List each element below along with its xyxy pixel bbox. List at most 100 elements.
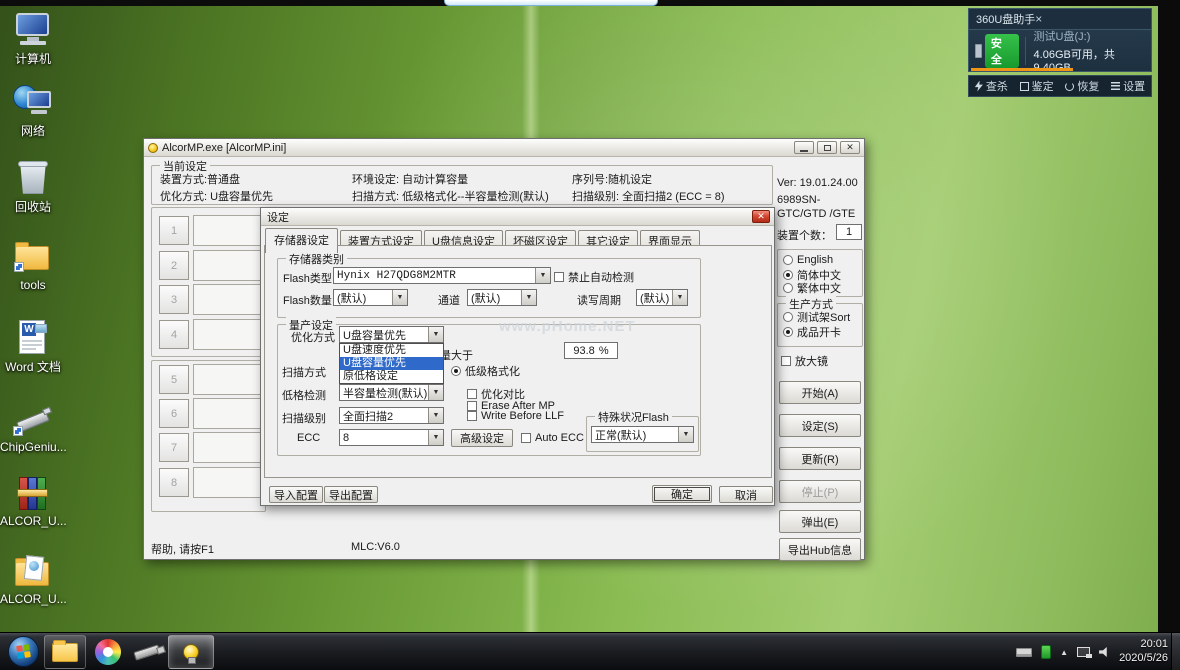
restore-arrow-icon <box>1065 82 1074 91</box>
device-count-label: 装置个数： <box>777 227 832 243</box>
input-method-icon[interactable] <box>1016 648 1032 657</box>
dropdown-option-capacity[interactable]: U盘容量优先 <box>340 357 443 370</box>
hidden-window-top-sliver[interactable] <box>444 0 658 6</box>
desktop-icon-alcor-folder[interactable]: ALCOR_U... <box>0 554 66 606</box>
llf-radio[interactable]: 低级格式化 <box>451 363 520 379</box>
channel-select[interactable]: (默认)▼ <box>467 289 537 306</box>
main-titlebar[interactable]: AlcorMP.exe [AlcorMP.ini] ✕ <box>144 139 864 157</box>
stop-button: 停止(P) <box>779 480 861 503</box>
desktop-icon-recycle-bin[interactable]: 回收站 <box>0 160 66 215</box>
sort-mode-radio[interactable]: 测试架Sort <box>783 309 850 325</box>
port-button-3[interactable]: 3 <box>159 285 189 314</box>
port-button-4[interactable]: 4 <box>159 320 189 349</box>
current-settings-group: 当前设定 装置方式:普通盘 优化方式: U盘容量优先 环境设定: 自动计算容量 … <box>151 165 773 205</box>
checkbox-icon <box>781 356 791 366</box>
group-title: 特殊状况Flash <box>595 409 672 425</box>
import-config-button[interactable]: 导入配置 <box>269 486 323 503</box>
disable-autodetect-checkbox[interactable]: 禁止自动检测 <box>554 269 634 285</box>
llf-check-select[interactable]: 半容量检测(默认)▼ <box>339 384 444 401</box>
finished-mode-radio[interactable]: 成品开卡 <box>783 324 841 340</box>
toolbar-restore[interactable]: 恢复 <box>1065 78 1099 94</box>
toolbar-settings[interactable]: 设置 <box>1111 78 1145 94</box>
colorwheel-icon <box>95 639 121 665</box>
dialog-close-icon[interactable]: ✕ <box>752 210 770 223</box>
maximize-button[interactable] <box>817 141 837 154</box>
device-count-field[interactable]: 1 <box>836 224 862 240</box>
dropdown-option-original-llf[interactable]: 原低格设定 <box>340 370 443 383</box>
rw-cycle-select[interactable]: (默认)▼ <box>636 289 688 306</box>
desktop-icon-label: 网络 <box>0 122 66 139</box>
port-button-6[interactable]: 6 <box>159 399 189 428</box>
show-desktop-button[interactable] <box>1171 633 1180 670</box>
desktop-icon-label: ALCOR_U... <box>0 592 66 606</box>
desktop-icon-label: Word 文档 <box>0 358 66 375</box>
ok-button[interactable]: 确定 <box>652 485 712 503</box>
tab-memory-settings[interactable]: 存储器设定 <box>265 228 338 253</box>
widget-body: 安全 测试U盘(J:) 4.06GB可用，共9.40GB <box>968 30 1152 72</box>
clock-time: 20:01 <box>1119 638 1168 652</box>
port-button-5[interactable]: 5 <box>159 365 189 394</box>
widget-close-icon[interactable]: × <box>1035 12 1042 26</box>
taskbar-explorer-button[interactable] <box>44 635 86 669</box>
lang-english-radio[interactable]: English <box>783 254 833 266</box>
network-icon <box>11 84 55 120</box>
usb-plug-icon <box>975 44 982 58</box>
setting-env: 环境设定: 自动计算容量 <box>352 171 468 187</box>
dropdown-option-speed[interactable]: U盘速度优先 <box>340 344 443 357</box>
cancel-button[interactable]: 取消 <box>719 486 773 503</box>
write-before-llf-checkbox[interactable]: Write Before LLF <box>467 410 564 422</box>
hidden-icons-arrow[interactable]: ▲ <box>1060 648 1068 657</box>
port-button-7[interactable]: 7 <box>159 433 189 462</box>
special-flash-select[interactable]: 正常(默认)▼ <box>591 426 694 443</box>
winrar-archive-icon <box>11 476 55 512</box>
toolbar-identify[interactable]: 鉴定 <box>1020 78 1054 94</box>
setting-scan-mode: 扫描方式: 低级格式化--半容量检测(默认) <box>352 188 549 204</box>
recycle-bin-icon <box>11 160 55 196</box>
start-button[interactable]: 开始(A) <box>779 381 861 404</box>
desktop-icon-word-doc[interactable]: W Word 文档 <box>0 320 66 375</box>
taskbar-clock[interactable]: 20:01 2020/5/26 <box>1119 638 1168 666</box>
settings-button[interactable]: 设定(S) <box>779 414 861 437</box>
bulb-icon <box>183 644 199 660</box>
statusbar-help-text: 帮助, 请按F1 <box>151 541 214 557</box>
flash-count-select[interactable]: (默认)▼ <box>333 289 408 306</box>
refresh-button[interactable]: 更新(R) <box>779 447 861 470</box>
magnifier-checkbox[interactable]: 放大镜 <box>781 353 828 369</box>
tools-folder-icon <box>11 240 55 276</box>
desktop-icon-alcor-archive[interactable]: ALCOR_U... <box>0 476 66 528</box>
minimize-button[interactable] <box>794 141 814 154</box>
scan-level-select[interactable]: 全面扫描2▼ <box>339 407 444 424</box>
port-button-2[interactable]: 2 <box>159 251 189 280</box>
volume-icon[interactable] <box>1099 647 1110 658</box>
eject-button[interactable]: 弹出(E) <box>779 510 861 533</box>
port-status-6 <box>193 398 263 429</box>
safely-remove-usb-icon[interactable] <box>1041 645 1051 659</box>
optimize-select[interactable]: U盘容量优先▼ <box>339 326 444 343</box>
desktop-icon-chipgenius[interactable]: ChipGeniu... <box>0 406 66 454</box>
desktop-icon-label: tools <box>0 278 66 292</box>
ecc-select[interactable]: 8▼ <box>339 429 444 446</box>
desktop-icon-computer[interactable]: 计算机 <box>0 12 66 67</box>
lang-traditional-radio[interactable]: 繁体中文 <box>783 280 841 296</box>
capacity-percent-field[interactable]: 93.8% <box>564 342 618 359</box>
toolbar-scan[interactable]: 查杀 <box>975 78 1008 94</box>
export-config-button[interactable]: 导出配置 <box>324 486 378 503</box>
port-button-8[interactable]: 8 <box>159 468 189 497</box>
port-button-1[interactable]: 1 <box>159 216 189 245</box>
screen-right-edge <box>1158 0 1180 632</box>
export-hub-button[interactable]: 导出Hub信息 <box>779 538 861 561</box>
dialog-titlebar[interactable]: 设定 ✕ <box>261 208 774 226</box>
advanced-settings-button[interactable]: 高级设定 <box>451 429 513 447</box>
setting-optimize: 优化方式: U盘容量优先 <box>160 188 273 204</box>
radio-selected-icon <box>783 270 793 280</box>
start-button[interactable] <box>8 636 39 667</box>
desktop-icon-tools[interactable]: tools <box>0 240 66 292</box>
close-button[interactable]: ✕ <box>840 141 860 154</box>
network-status-icon[interactable] <box>1077 647 1090 657</box>
taskbar-alcormp-button[interactable] <box>168 635 214 669</box>
taskbar-browser-button[interactable] <box>90 635 126 669</box>
desktop-icon-network[interactable]: 网络 <box>0 84 66 139</box>
taskbar-usb-tool-button[interactable] <box>128 635 166 669</box>
flash-type-select[interactable]: Hynix H27QDG8M2MTR▼ <box>333 267 551 284</box>
auto-ecc-checkbox[interactable]: Auto ECC <box>521 432 584 444</box>
